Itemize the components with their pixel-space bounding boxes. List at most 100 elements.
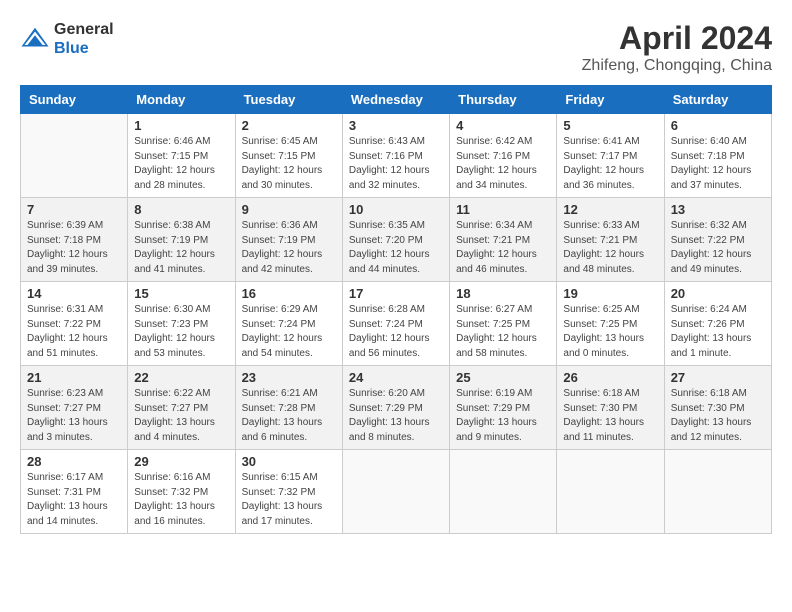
day-detail: Sunrise: 6:25 AM Sunset: 7:25 PM Dayligh…	[563, 303, 657, 361]
day-detail: Sunrise: 6:24 AM Sunset: 7:26 PM Dayligh…	[671, 303, 765, 361]
calendar-cell: 8 Sunrise: 6:38 AM Sunset: 7:19 PM Daylig…	[128, 198, 235, 282]
calendar-cell: 5 Sunrise: 6:41 AM Sunset: 7:17 PM Daylig…	[557, 114, 664, 198]
day-number: 25	[456, 370, 550, 385]
calendar-cell: 4 Sunrise: 6:42 AM Sunset: 7:16 PM Daylig…	[450, 114, 557, 198]
day-detail: Sunrise: 6:20 AM Sunset: 7:29 PM Dayligh…	[349, 387, 443, 445]
calendar-cell: 20Sunrise: 6:24 AM Sunset: 7:26 PM Dayli…	[664, 282, 771, 366]
calendar-cell: 17 Sunrise: 6:28 AM Sunset: 7:24 PM Dayli…	[342, 282, 449, 366]
day-number: 27	[671, 370, 765, 385]
day-detail: Sunrise: 6:39 AM Sunset: 7:18 PM Dayligh…	[27, 219, 121, 277]
day-number: 16	[242, 286, 336, 301]
calendar-cell: 19 Sunrise: 6:25 AM Sunset: 7:25 PM Dayli…	[557, 282, 664, 366]
calendar-week-row: 1Sunrise: 6:46 AM Sunset: 7:15 PM Daylig…	[21, 114, 772, 198]
day-number: 6	[671, 118, 765, 133]
day-detail: Sunrise: 6:33 AM Sunset: 7:21 PM Dayligh…	[563, 219, 657, 277]
day-number: 24	[349, 370, 443, 385]
calendar-cell: 6 Sunrise: 6:40 AM Sunset: 7:18 PM Daylig…	[664, 114, 771, 198]
weekday-header-tuesday: Tuesday	[235, 86, 342, 114]
day-detail: Sunrise: 6:15 AM Sunset: 7:32 PM Dayligh…	[242, 471, 336, 529]
day-number: 28	[27, 454, 121, 469]
day-number: 4	[456, 118, 550, 133]
calendar-cell: 29Sunrise: 6:16 AM Sunset: 7:32 PM Dayli…	[128, 450, 235, 534]
calendar-cell: 10 Sunrise: 6:35 AM Sunset: 7:20 PM Dayli…	[342, 198, 449, 282]
day-detail: Sunrise: 6:18 AM Sunset: 7:30 PM Dayligh…	[563, 387, 657, 445]
day-number: 26	[563, 370, 657, 385]
day-detail: Sunrise: 6:35 AM Sunset: 7:20 PM Dayligh…	[349, 219, 443, 277]
calendar-cell	[450, 450, 557, 534]
day-detail: Sunrise: 6:18 AM Sunset: 7:30 PM Dayligh…	[671, 387, 765, 445]
day-detail: Sunrise: 6:22 AM Sunset: 7:27 PM Dayligh…	[134, 387, 228, 445]
day-detail: Sunrise: 6:19 AM Sunset: 7:29 PM Dayligh…	[456, 387, 550, 445]
day-detail: Sunrise: 6:21 AM Sunset: 7:28 PM Dayligh…	[242, 387, 336, 445]
calendar-cell: 27 Sunrise: 6:18 AM Sunset: 7:30 PM Dayli…	[664, 366, 771, 450]
day-number: 12	[563, 202, 657, 217]
day-detail: Sunrise: 6:17 AM Sunset: 7:31 PM Dayligh…	[27, 471, 121, 529]
calendar-cell: 13Sunrise: 6:32 AM Sunset: 7:22 PM Dayli…	[664, 198, 771, 282]
day-number: 8	[134, 202, 228, 217]
day-detail: Sunrise: 6:28 AM Sunset: 7:24 PM Dayligh…	[349, 303, 443, 361]
calendar-cell: 12 Sunrise: 6:33 AM Sunset: 7:21 PM Dayli…	[557, 198, 664, 282]
day-number: 14	[27, 286, 121, 301]
calendar-cell: 23 Sunrise: 6:21 AM Sunset: 7:28 PM Dayli…	[235, 366, 342, 450]
day-detail: Sunrise: 6:23 AM Sunset: 7:27 PM Dayligh…	[27, 387, 121, 445]
day-detail: Sunrise: 6:34 AM Sunset: 7:21 PM Dayligh…	[456, 219, 550, 277]
calendar-cell: 18Sunrise: 6:27 AM Sunset: 7:25 PM Dayli…	[450, 282, 557, 366]
day-number: 10	[349, 202, 443, 217]
day-number: 29	[134, 454, 228, 469]
calendar-cell: 30 Sunrise: 6:15 AM Sunset: 7:32 PM Dayli…	[235, 450, 342, 534]
calendar-cell: 11 Sunrise: 6:34 AM Sunset: 7:21 PM Dayli…	[450, 198, 557, 282]
weekday-header-friday: Friday	[557, 86, 664, 114]
calendar-cell: 21 Sunrise: 6:23 AM Sunset: 7:27 PM Dayli…	[21, 366, 128, 450]
day-detail: Sunrise: 6:41 AM Sunset: 7:17 PM Dayligh…	[563, 135, 657, 193]
calendar-cell: 9 Sunrise: 6:36 AM Sunset: 7:19 PM Daylig…	[235, 198, 342, 282]
day-detail: Sunrise: 6:40 AM Sunset: 7:18 PM Dayligh…	[671, 135, 765, 193]
calendar-cell: 16Sunrise: 6:29 AM Sunset: 7:24 PM Dayli…	[235, 282, 342, 366]
day-number: 15	[134, 286, 228, 301]
day-number: 7	[27, 202, 121, 217]
day-number: 3	[349, 118, 443, 133]
calendar-cell: 22Sunrise: 6:22 AM Sunset: 7:27 PM Dayli…	[128, 366, 235, 450]
weekday-header-wednesday: Wednesday	[342, 86, 449, 114]
day-number: 21	[27, 370, 121, 385]
calendar-cell: 7 Sunrise: 6:39 AM Sunset: 7:18 PM Daylig…	[21, 198, 128, 282]
day-number: 30	[242, 454, 336, 469]
title-block: April 2024 Zhifeng, Chongqing, China	[582, 20, 772, 75]
day-detail: Sunrise: 6:38 AM Sunset: 7:19 PM Dayligh…	[134, 219, 228, 277]
day-number: 5	[563, 118, 657, 133]
day-number: 11	[456, 202, 550, 217]
calendar-week-row: 14 Sunrise: 6:31 AM Sunset: 7:22 PM Dayli…	[21, 282, 772, 366]
calendar-cell	[342, 450, 449, 534]
calendar-week-row: 21 Sunrise: 6:23 AM Sunset: 7:27 PM Dayli…	[21, 366, 772, 450]
day-number: 23	[242, 370, 336, 385]
logo-icon	[20, 24, 50, 54]
weekday-header-row: SundayMondayTuesdayWednesdayThursdayFrid…	[21, 86, 772, 114]
day-detail: Sunrise: 6:42 AM Sunset: 7:16 PM Dayligh…	[456, 135, 550, 193]
calendar-cell	[664, 450, 771, 534]
weekday-header-thursday: Thursday	[450, 86, 557, 114]
calendar-week-row: 7 Sunrise: 6:39 AM Sunset: 7:18 PM Daylig…	[21, 198, 772, 282]
day-detail: Sunrise: 6:27 AM Sunset: 7:25 PM Dayligh…	[456, 303, 550, 361]
calendar-cell	[557, 450, 664, 534]
logo: General Blue	[20, 20, 114, 58]
calendar-table: SundayMondayTuesdayWednesdayThursdayFrid…	[20, 85, 772, 534]
day-number: 9	[242, 202, 336, 217]
page-header: General Blue April 2024 Zhifeng, Chongqi…	[20, 20, 772, 75]
day-number: 17	[349, 286, 443, 301]
day-detail: Sunrise: 6:36 AM Sunset: 7:19 PM Dayligh…	[242, 219, 336, 277]
day-number: 19	[563, 286, 657, 301]
logo-text: General Blue	[54, 20, 114, 58]
calendar-cell: 25 Sunrise: 6:19 AM Sunset: 7:29 PM Dayli…	[450, 366, 557, 450]
day-detail: Sunrise: 6:31 AM Sunset: 7:22 PM Dayligh…	[27, 303, 121, 361]
calendar-cell: 14 Sunrise: 6:31 AM Sunset: 7:22 PM Dayli…	[21, 282, 128, 366]
weekday-header-sunday: Sunday	[21, 86, 128, 114]
calendar-cell: 28 Sunrise: 6:17 AM Sunset: 7:31 PM Dayli…	[21, 450, 128, 534]
location: Zhifeng, Chongqing, China	[582, 57, 772, 75]
calendar-cell: 2Sunrise: 6:45 AM Sunset: 7:15 PM Daylig…	[235, 114, 342, 198]
month-year: April 2024	[582, 20, 772, 57]
day-detail: Sunrise: 6:45 AM Sunset: 7:15 PM Dayligh…	[242, 135, 336, 193]
calendar-cell: 15 Sunrise: 6:30 AM Sunset: 7:23 PM Dayli…	[128, 282, 235, 366]
calendar-week-row: 28 Sunrise: 6:17 AM Sunset: 7:31 PM Dayli…	[21, 450, 772, 534]
day-detail: Sunrise: 6:30 AM Sunset: 7:23 PM Dayligh…	[134, 303, 228, 361]
calendar-cell: 26 Sunrise: 6:18 AM Sunset: 7:30 PM Dayli…	[557, 366, 664, 450]
weekday-header-monday: Monday	[128, 86, 235, 114]
